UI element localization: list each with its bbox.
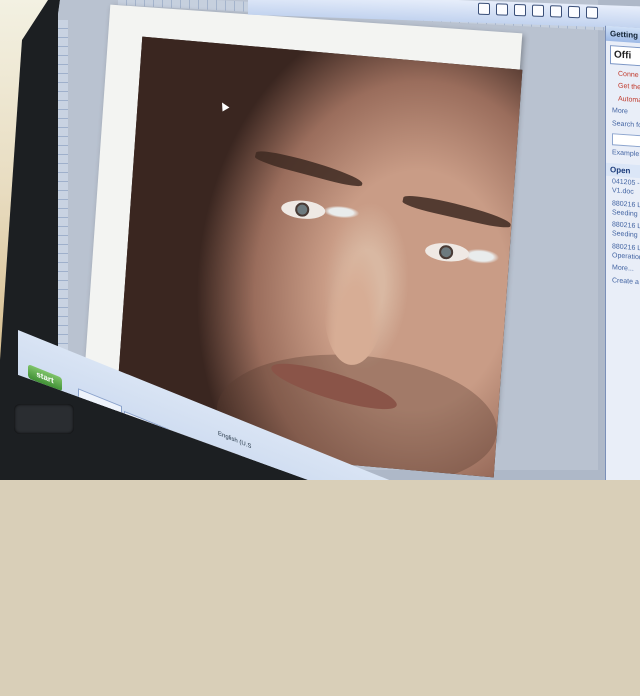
photo-right-eye: [424, 241, 470, 264]
line-icon[interactable]: [514, 3, 526, 17]
shape-icon[interactable]: [532, 4, 544, 18]
photo-left-eye: [280, 198, 326, 221]
draw-icon[interactable]: [478, 2, 490, 16]
photo-right-brow: [401, 191, 513, 231]
language-indicator: English (U.S: [218, 430, 252, 451]
font-color-icon[interactable]: [568, 5, 580, 19]
taskbar-item[interactable]: [262, 478, 306, 480]
taskbar-item[interactable]: [308, 501, 352, 531]
create-document-link[interactable]: Create a new document...: [606, 275, 640, 296]
photo-left-brow: [253, 147, 365, 190]
toolbar-icons: [478, 2, 598, 19]
photo-nose: [320, 242, 390, 368]
task-pane: Getting Offi Conne Online Get the Word A…: [606, 25, 640, 480]
arrow-icon[interactable]: [496, 3, 508, 16]
fill-icon[interactable]: [550, 5, 562, 18]
taskbar-item[interactable]: [400, 546, 444, 576]
bezel-button: [14, 404, 74, 434]
vertical-ruler: [58, 20, 68, 350]
taskbar-item[interactable]: [354, 524, 398, 554]
shadow-icon[interactable]: [586, 6, 598, 19]
laptop-screen: Getting Offi Conne Online Get the Word A…: [18, 0, 640, 480]
